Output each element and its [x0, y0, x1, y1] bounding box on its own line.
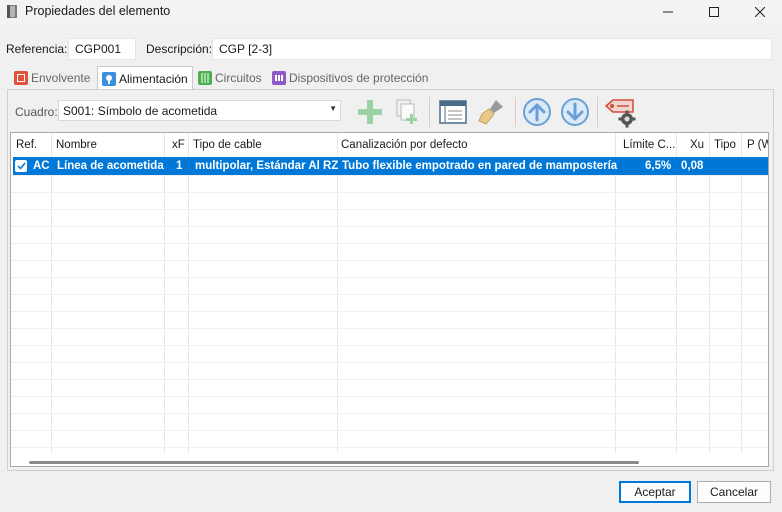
- descripcion-label: Descripción:: [146, 42, 213, 56]
- row-divider: [11, 396, 768, 397]
- brush-button[interactable]: [474, 95, 508, 129]
- title-bar: Propiedades del elemento: [0, 0, 782, 24]
- cell-canalizacion: Tubo flexible empotrado en pared de mamp…: [342, 160, 618, 172]
- close-icon: [755, 7, 765, 17]
- tab-envolvente[interactable]: Envolvente: [10, 66, 94, 89]
- toolbar-separator: [429, 97, 430, 127]
- row-divider: [11, 209, 768, 210]
- tag-settings-button[interactable]: [603, 95, 637, 129]
- alimentacion-panel: Cuadro: S001: Símbolo de acometida ▼ Ref…: [7, 89, 774, 471]
- referencia-label: Referencia:: [6, 42, 68, 56]
- column-header-xf[interactable]: xF: [172, 139, 185, 151]
- column-divider: [164, 133, 165, 453]
- minimize-icon: [663, 11, 673, 13]
- column-divider: [337, 133, 338, 453]
- row-divider: [11, 277, 768, 278]
- column-divider: [741, 133, 742, 453]
- tab-bar: Envolvente Alimentación Circuitos Dispos…: [8, 66, 768, 90]
- arrow-down-icon: [561, 98, 589, 126]
- row-checkbox[interactable]: [15, 160, 27, 172]
- move-down-button[interactable]: [558, 95, 592, 129]
- toolbar-separator: [515, 97, 516, 127]
- tab-label: Dispositivos de protección: [289, 70, 429, 85]
- referencia-field[interactable]: CGP001: [68, 38, 136, 60]
- column-header-nombre[interactable]: Nombre: [56, 139, 97, 151]
- tab-alimentacion[interactable]: Alimentación: [97, 66, 193, 90]
- row-divider: [11, 379, 768, 380]
- column-header-limite[interactable]: Límite C...: [623, 139, 675, 151]
- arrow-up-icon: [523, 98, 551, 126]
- cell-xf: 1: [176, 160, 183, 172]
- row-divider: [11, 260, 768, 261]
- maximize-button[interactable]: [692, 0, 736, 24]
- column-divider: [709, 133, 710, 453]
- close-button[interactable]: [738, 0, 782, 24]
- descripcion-field[interactable]: CGP [2-3]: [212, 38, 772, 60]
- row-divider: [11, 311, 768, 312]
- cell-ref: AC: [33, 160, 50, 172]
- cell-xu: 0,08: [681, 160, 704, 172]
- breakers-icon: [272, 70, 286, 85]
- chevron-down-icon: ▼: [329, 104, 337, 113]
- column-header-canalizacion[interactable]: Canalización por defecto: [341, 139, 468, 151]
- column-header-p[interactable]: P (W: [747, 139, 768, 151]
- cell-tipo-cable: multipolar, Estándar Al RZ: [195, 160, 339, 172]
- row-divider: [11, 192, 768, 193]
- copy-add-button[interactable]: [390, 95, 424, 129]
- tab-label: Circuitos: [215, 70, 262, 85]
- column-divider: [676, 133, 677, 453]
- minimize-button[interactable]: [646, 0, 690, 24]
- cuadro-select[interactable]: S001: Símbolo de acometida ▼: [58, 100, 341, 121]
- cell-limite: 6,5%: [645, 160, 672, 172]
- tag-settings-icon: [604, 99, 636, 128]
- alimentacion-table[interactable]: Ref. Nombre xF Tipo de cable Canalizació…: [10, 132, 769, 467]
- row-divider: [11, 345, 768, 346]
- add-icon: [358, 100, 382, 124]
- brush-icon: [478, 100, 503, 125]
- row-divider: [11, 243, 768, 244]
- accept-button[interactable]: Aceptar: [619, 481, 691, 503]
- row-divider: [11, 328, 768, 329]
- cuadro-label: Cuadro:: [15, 105, 58, 119]
- column-divider: [188, 133, 189, 453]
- row-divider: [11, 175, 768, 176]
- column-header-tipo-cable[interactable]: Tipo de cable: [193, 139, 262, 151]
- row-divider: [11, 430, 768, 431]
- app-icon: [7, 5, 17, 18]
- row-divider: [11, 226, 768, 227]
- row-divider: [11, 362, 768, 363]
- column-divider: [615, 133, 616, 453]
- copy-add-icon: [396, 99, 417, 124]
- tab-label: Envolvente: [31, 70, 91, 85]
- box-red-icon: [14, 70, 28, 85]
- window-title: Propiedades del elemento: [25, 4, 171, 18]
- column-header-tipo[interactable]: Tipo: [714, 139, 736, 151]
- lightbulb-icon: [102, 71, 116, 86]
- tab-label: Alimentación: [119, 71, 188, 86]
- tab-circuitos[interactable]: Circuitos: [194, 66, 266, 89]
- row-divider: [11, 413, 768, 414]
- circuits-icon: [198, 70, 212, 85]
- row-divider: [11, 294, 768, 295]
- row-divider: [11, 447, 768, 448]
- cell-nombre: Línea de acometida: [57, 160, 164, 172]
- column-header-xu[interactable]: Xu: [690, 139, 704, 151]
- horizontal-scrollbar[interactable]: [29, 461, 639, 464]
- add-button[interactable]: [353, 95, 387, 129]
- cancel-button[interactable]: Cancelar: [697, 481, 771, 503]
- column-divider: [51, 133, 52, 453]
- table-edit-button[interactable]: [436, 95, 470, 129]
- toolbar-separator: [597, 97, 598, 127]
- checkmark-icon: [16, 162, 26, 170]
- maximize-icon: [709, 7, 719, 17]
- table-edit-icon: [439, 100, 467, 124]
- cuadro-value: S001: Símbolo de acometida: [63, 104, 218, 118]
- move-up-button[interactable]: [520, 95, 554, 129]
- column-header-ref[interactable]: Ref.: [16, 139, 37, 151]
- tab-dispositivos[interactable]: Dispositivos de protección: [268, 66, 432, 89]
